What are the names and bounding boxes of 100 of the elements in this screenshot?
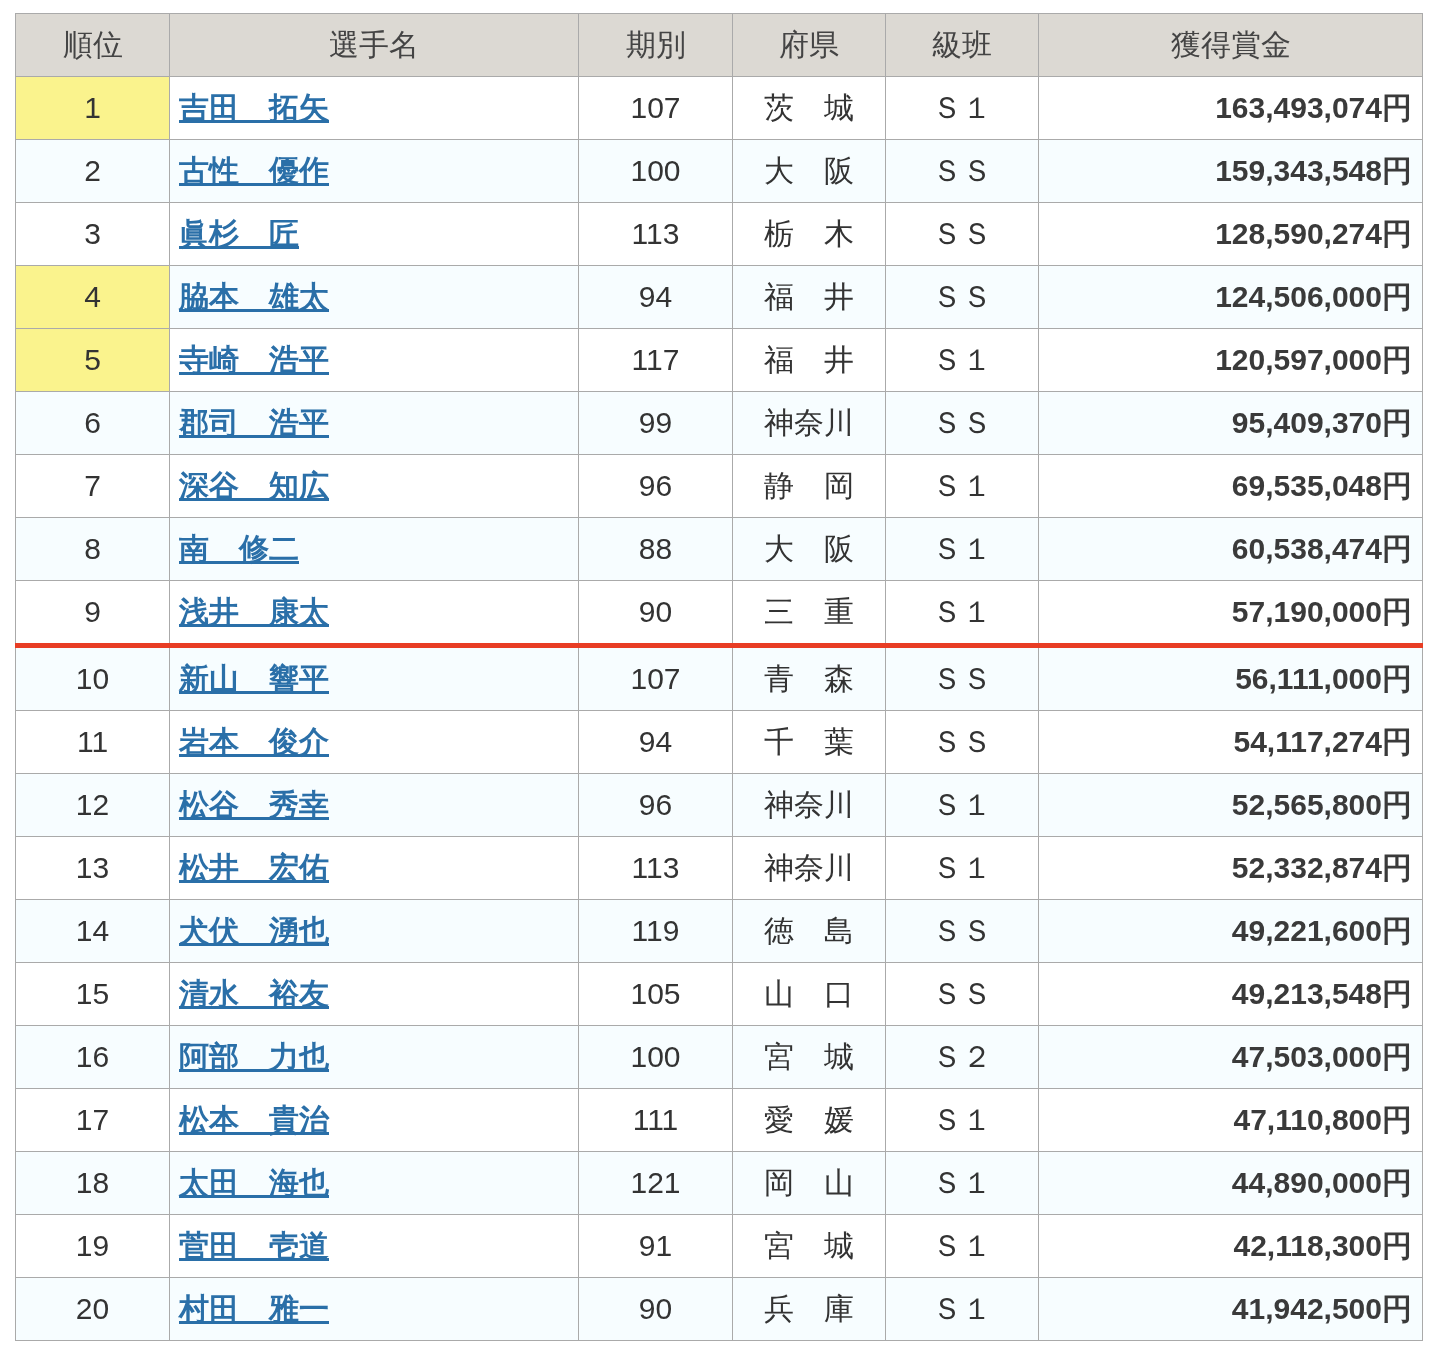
- prize-cell: 128,590,274円: [1038, 202, 1423, 266]
- class-cell: Ｓ１: [885, 773, 1039, 837]
- player-name-link[interactable]: 郡司 浩平: [179, 405, 329, 439]
- rank-cell: 1: [15, 76, 170, 140]
- player-name-link[interactable]: 脇本 雄太: [179, 279, 329, 313]
- class-cell: ＳＳ: [885, 391, 1039, 455]
- rank-cell: 8: [15, 517, 170, 581]
- prefecture-cell: 千 葉: [732, 710, 886, 774]
- term-cell: 96: [578, 454, 733, 518]
- player-name-link[interactable]: 南 修二: [179, 531, 299, 565]
- player-name-link[interactable]: 犬伏 湧也: [179, 913, 329, 947]
- rank-cell: 5: [15, 328, 170, 392]
- prefecture-cell: 兵 庫: [732, 1277, 886, 1341]
- prefecture-cell: 神奈川: [732, 836, 886, 900]
- prize-cell: 159,343,548円: [1038, 139, 1423, 203]
- rank-cell: 16: [15, 1025, 170, 1089]
- rank-cell: 19: [15, 1214, 170, 1278]
- player-name-link[interactable]: 松本 貴治: [179, 1102, 329, 1136]
- prize-cell: 47,503,000円: [1038, 1025, 1423, 1089]
- player-name-link[interactable]: 吉田 拓矢: [179, 90, 329, 124]
- rank-cell: 2: [15, 139, 170, 203]
- term-cell: 105: [578, 962, 733, 1026]
- prize-cell: 54,117,274円: [1038, 710, 1423, 774]
- prize-cell: 69,535,048円: [1038, 454, 1423, 518]
- class-cell: ＳＳ: [885, 265, 1039, 329]
- term-cell: 107: [578, 645, 733, 711]
- term-cell: 113: [578, 836, 733, 900]
- class-cell: ＳＳ: [885, 962, 1039, 1026]
- player-name-link[interactable]: 清水 裕友: [179, 976, 329, 1010]
- term-cell: 107: [578, 76, 733, 140]
- rank-cell: 14: [15, 899, 170, 963]
- prefecture-cell: 青 森: [732, 645, 886, 711]
- term-cell: 113: [578, 202, 733, 266]
- player-name-link[interactable]: 阿部 力也: [179, 1039, 329, 1073]
- term-header: 期別: [578, 13, 733, 77]
- rank-cell: 20: [15, 1277, 170, 1341]
- term-cell: 90: [578, 1277, 733, 1341]
- prize-cell: 60,538,474円: [1038, 517, 1423, 581]
- player-name-link[interactable]: 太田 海也: [179, 1165, 329, 1199]
- player-name-link[interactable]: 村田 雅一: [179, 1291, 329, 1325]
- rank-cell: 15: [15, 962, 170, 1026]
- prize-cell: 49,213,548円: [1038, 962, 1423, 1026]
- prize-cell: 52,565,800円: [1038, 773, 1423, 837]
- term-cell: 117: [578, 328, 733, 392]
- term-cell: 96: [578, 773, 733, 837]
- term-cell: 94: [578, 710, 733, 774]
- player-name-link[interactable]: 松谷 秀幸: [179, 787, 329, 821]
- player-name-link[interactable]: 菅田 壱道: [179, 1228, 329, 1262]
- prefecture-cell: 神奈川: [732, 391, 886, 455]
- prize-cell: 44,890,000円: [1038, 1151, 1423, 1215]
- prefecture-cell: 宮 城: [732, 1025, 886, 1089]
- rank-cell: 3: [15, 202, 170, 266]
- class-cell: Ｓ１: [885, 1277, 1039, 1341]
- prefecture-cell: 神奈川: [732, 773, 886, 837]
- prize-cell: 42,118,300円: [1038, 1214, 1423, 1278]
- rank-cell: 4: [15, 265, 170, 329]
- player-name-link[interactable]: 眞杉 匠: [179, 216, 299, 250]
- prize-cell: 56,111,000円: [1038, 645, 1423, 711]
- class-cell: ＳＳ: [885, 645, 1039, 711]
- class-cell: ＳＳ: [885, 710, 1039, 774]
- term-cell: 121: [578, 1151, 733, 1215]
- term-cell: 99: [578, 391, 733, 455]
- rank-cell: 6: [15, 391, 170, 455]
- player-name-link[interactable]: 寺崎 浩平: [179, 342, 329, 376]
- prefecture-cell: 岡 山: [732, 1151, 886, 1215]
- prize-cell: 95,409,370円: [1038, 391, 1423, 455]
- prefecture-cell: 山 口: [732, 962, 886, 1026]
- term-cell: 94: [578, 265, 733, 329]
- class-cell: Ｓ１: [885, 328, 1039, 392]
- prize-cell: 49,221,600円: [1038, 899, 1423, 963]
- player-name-link[interactable]: 新山 響平: [179, 661, 329, 695]
- name-header: 選手名: [169, 13, 579, 77]
- class-cell: Ｓ１: [885, 1088, 1039, 1152]
- prize-header: 獲得賞金: [1038, 13, 1423, 77]
- prefecture-cell: 福 井: [732, 265, 886, 329]
- rank-cell: 18: [15, 1151, 170, 1215]
- player-name-link[interactable]: 古性 優作: [179, 153, 329, 187]
- prize-cell: 163,493,074円: [1038, 76, 1423, 140]
- prize-cell: 120,597,000円: [1038, 328, 1423, 392]
- prefecture-cell: 大 阪: [732, 517, 886, 581]
- player-name-link[interactable]: 深谷 知広: [179, 468, 329, 502]
- class-cell: Ｓ１: [885, 454, 1039, 518]
- term-cell: 100: [578, 139, 733, 203]
- prize-cell: 41,942,500円: [1038, 1277, 1423, 1341]
- prefecture-header: 府県: [732, 13, 886, 77]
- player-name-link[interactable]: 岩本 俊介: [179, 724, 329, 758]
- player-name-link[interactable]: 松井 宏佑: [179, 850, 329, 884]
- rank-cell: 12: [15, 773, 170, 837]
- rank-cell: 11: [15, 710, 170, 774]
- rank-cell: 10: [15, 645, 170, 711]
- class-cell: ＳＳ: [885, 899, 1039, 963]
- class-cell: Ｓ１: [885, 1214, 1039, 1278]
- prize-cell: 47,110,800円: [1038, 1088, 1423, 1152]
- term-cell: 91: [578, 1214, 733, 1278]
- rank-cell: 7: [15, 454, 170, 518]
- player-name-link[interactable]: 浅井 康太: [179, 594, 329, 628]
- prefecture-cell: 茨 城: [732, 76, 886, 140]
- rank-header: 順位: [15, 13, 170, 77]
- term-cell: 111: [578, 1088, 733, 1152]
- class-cell: ＳＳ: [885, 202, 1039, 266]
